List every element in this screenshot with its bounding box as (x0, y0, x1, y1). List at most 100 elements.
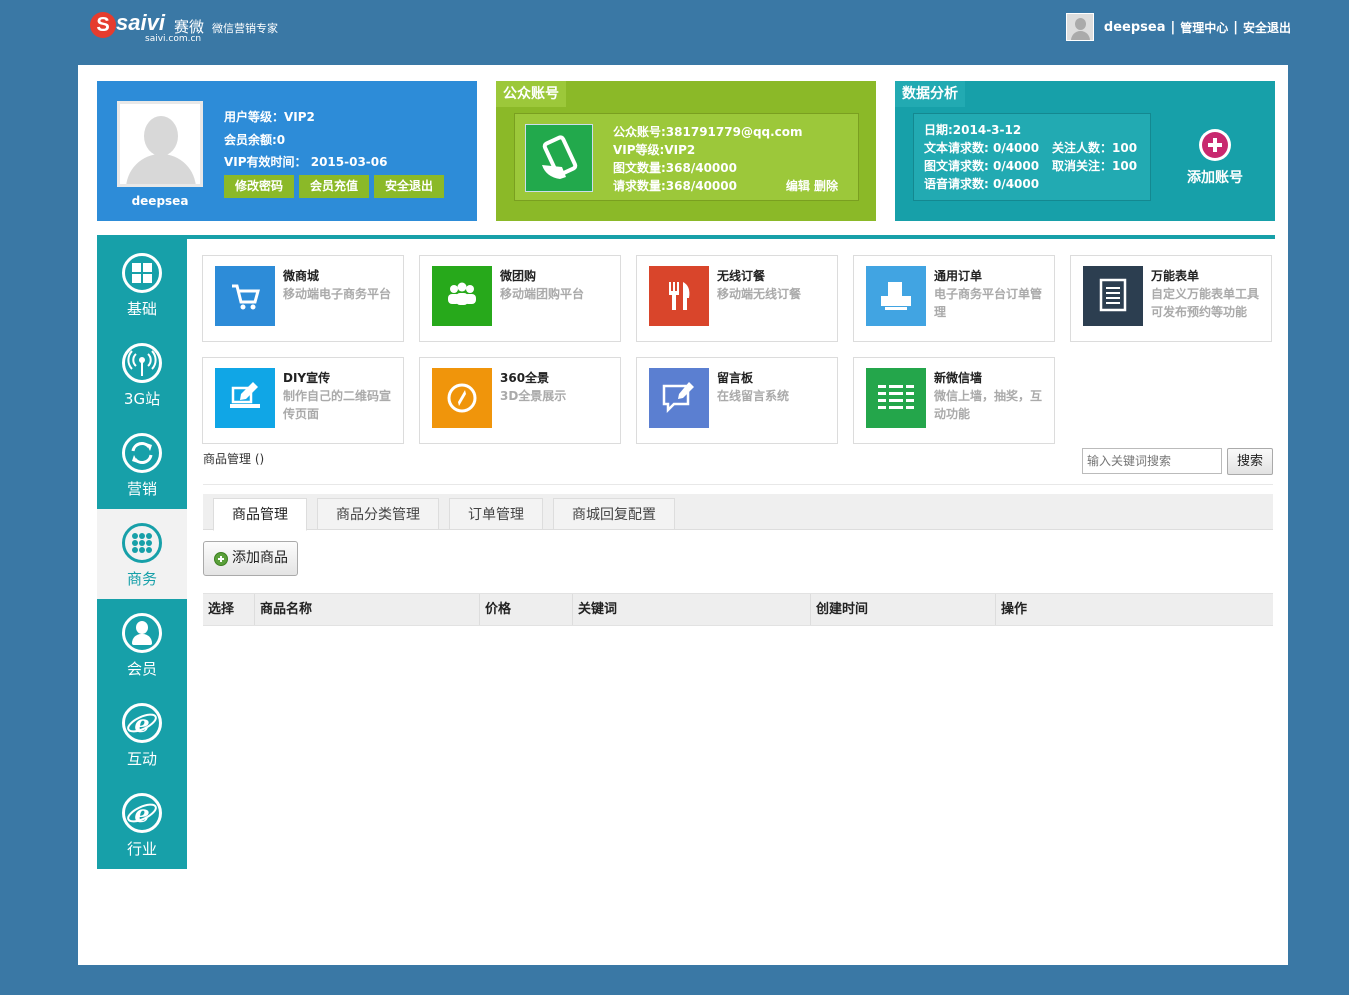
tab-order-management[interactable]: 订单管理 (449, 498, 543, 530)
account-vip: VIP等级:VIP2 (613, 143, 696, 157)
tab-product-management[interactable]: 商品管理 (213, 498, 307, 531)
nav-item-interact[interactable]: e 互动 (97, 689, 187, 779)
account-edit-delete[interactable]: 编辑 删除 (786, 177, 838, 194)
change-password-button[interactable]: 修改密码 (224, 175, 295, 198)
followers-count: 关注人数：100 (1052, 141, 1138, 155)
analytics-stats: 日期:2014-3-12 文本请求数: 0/4000 图文请求数: 0/4000… (913, 113, 1151, 201)
col-product-name: 商品名称 (255, 594, 480, 625)
divider (203, 484, 1273, 485)
nav-label: 行业 (126, 840, 157, 858)
tile-desc: 自定义万能表单工具可发布预约等功能 (1151, 287, 1260, 319)
tile-title: DIY宣传 (283, 371, 331, 385)
logo-mark: S (90, 12, 116, 38)
compass-icon (432, 368, 492, 428)
nav-label: 互动 (126, 750, 157, 768)
tab-reply-config[interactable]: 商城回复配置 (553, 498, 675, 530)
tile-message-board[interactable]: 留言板 在线留言系统 (636, 357, 838, 444)
unfollow-count: 取消关注：100 (1052, 159, 1138, 173)
user-name[interactable]: deepsea (1104, 20, 1166, 35)
add-account-label: 添加账号 (1187, 170, 1243, 186)
search-input[interactable] (1082, 448, 1222, 474)
analytics-date: 日期:2014-3-12 (924, 123, 1022, 137)
tile-desc: 3D全景展示 (500, 389, 567, 403)
tile-microstore[interactable]: 微商城 移动端电子商务平台 (202, 255, 404, 342)
tile-title: 无线订餐 (717, 269, 766, 283)
logout-button[interactable]: 安全退出 (374, 175, 445, 198)
nav-label: 营销 (126, 480, 157, 498)
group-icon (432, 266, 492, 326)
logo-domain: saivi.com.cn (145, 34, 202, 44)
nav-label: 3G站 (123, 390, 161, 408)
nav-item-basic[interactable]: 基础 (97, 239, 187, 329)
account-images: 图文数量:368/40000 (613, 161, 737, 175)
grid-icon (122, 253, 162, 293)
side-nav: 基础 3G站 营销 商务 会员 e 互动 e 行业 (97, 239, 187, 869)
tile-wechat-wall[interactable]: 新微信墙 微信上墙，抽奖，互动功能 (853, 357, 1055, 444)
account-email: 公众账号:381791779@qq.com (613, 125, 803, 139)
diy-icon (215, 368, 275, 428)
ie-icon: e (122, 793, 162, 833)
tile-universal-form[interactable]: 万能表单 自定义万能表单工具可发布预约等功能 (1070, 255, 1272, 342)
tab-bar: 商品管理 商品分类管理 订单管理 商城回复配置 (203, 494, 1273, 531)
tile-desc: 在线留言系统 (717, 389, 790, 403)
text-requests: 文本请求数: 0/4000 (924, 141, 1040, 155)
image-requests: 图文请求数: 0/4000 (924, 159, 1040, 173)
nav-item-business[interactable]: 商务 (97, 509, 187, 599)
cutlery-icon (649, 266, 709, 326)
wall-icon (866, 368, 926, 428)
plus-icon (1199, 129, 1231, 161)
profile-username: deepsea (131, 194, 189, 208)
tile-title: 通用订单 (934, 269, 983, 283)
section-divider (97, 235, 1275, 239)
broadcast-icon (122, 343, 162, 383)
logo[interactable]: S saivi 赛微 saivi.com.cn 微信营销专家 (90, 10, 290, 44)
tile-desc: 电子商务平台订单管理 (934, 287, 1043, 319)
nav-item-marketing[interactable]: 营销 (97, 419, 187, 509)
vip-expiry: VIP有效时间： 2015-03-06 (224, 155, 388, 169)
col-created-time: 创建时间 (811, 594, 996, 625)
nav-item-3g[interactable]: 3G站 (97, 329, 187, 419)
tile-title: 360全景 (500, 371, 550, 385)
member-balance: 会员余额:0 (224, 133, 286, 147)
voice-requests: 语音请求数: 0/4000 (924, 177, 1040, 191)
col-actions: 操作 (1001, 602, 1028, 617)
separator: | (1233, 19, 1238, 35)
account-requests: 请求数量:368/40000 (613, 179, 737, 193)
logo-slogan: 微信营销专家 (212, 22, 278, 35)
tile-desc: 微信上墙，抽奖，互动功能 (934, 389, 1043, 421)
tile-general-order[interactable]: 通用订单 电子商务平台订单管理 (853, 255, 1055, 342)
nav-item-industry[interactable]: e 行业 (97, 779, 187, 869)
tile-group-buy[interactable]: 微团购 移动端团购平台 (419, 255, 621, 342)
tile-title: 留言板 (717, 371, 754, 385)
user-avatar-icon[interactable] (1065, 13, 1094, 41)
tile-ordering[interactable]: 无线订餐 移动端无线订餐 (636, 255, 838, 342)
tile-desc: 制作自己的二维码宣传页面 (283, 389, 392, 421)
tile-diy[interactable]: DIY宣传 制作自己的二维码宣传页面 (202, 357, 404, 444)
col-select: 选择 (203, 594, 255, 625)
add-product-label: 添加商品 (232, 550, 288, 566)
tab-category-management[interactable]: 商品分类管理 (317, 498, 439, 530)
tile-desc: 移动端无线订餐 (717, 287, 802, 301)
add-account-button[interactable]: 添加账号 (1185, 129, 1245, 187)
tile-title: 微团购 (500, 269, 537, 283)
nav-label: 商务 (126, 570, 157, 588)
col-keywords: 关键词 (573, 594, 811, 625)
manage-center-link[interactable]: 管理中心 (1180, 19, 1228, 36)
user-level: 用户等级：VIP2 (224, 110, 315, 124)
table-header: 选择 商品名称 价格 关键词 创建时间 操作 (203, 593, 1273, 626)
tile-panorama[interactable]: 360全景 3D全景展示 (419, 357, 621, 444)
cart-icon (215, 266, 275, 326)
add-product-button[interactable]: 添加商品 (203, 541, 298, 576)
logo-brand: saivi (116, 10, 165, 35)
main-panel: deepsea 用户等级：VIP2 会员余额:0 VIP有效时间： 2015-0… (78, 65, 1288, 965)
search-button[interactable]: 搜索 (1227, 448, 1273, 475)
nav-label: 基础 (126, 300, 157, 318)
dots-icon (122, 523, 162, 563)
nav-label: 会员 (126, 660, 157, 678)
logout-link[interactable]: 安全退出 (1243, 19, 1291, 36)
recharge-button[interactable]: 会员充值 (299, 175, 370, 198)
form-icon (1083, 266, 1143, 326)
nav-item-member[interactable]: 会员 (97, 599, 187, 689)
account-info: 公众账号:381791779@qq.com VIP等级:VIP2 图文数量:36… (514, 113, 859, 201)
tile-title: 新微信墙 (934, 371, 983, 385)
